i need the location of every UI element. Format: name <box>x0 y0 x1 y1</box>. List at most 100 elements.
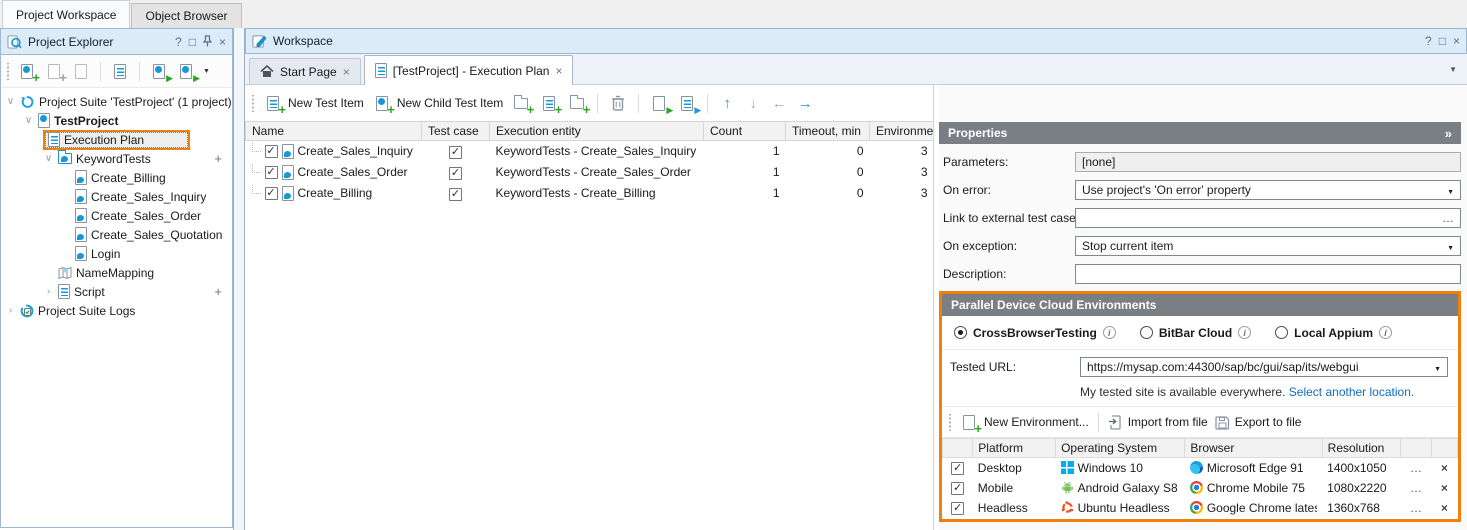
open-file-button[interactable] <box>71 61 91 81</box>
column-header-resolution[interactable]: Resolution <box>1322 439 1401 458</box>
tree-item-namemapping[interactable]: NameMapping <box>1 263 232 282</box>
chevron-down-icon[interactable]: ∨ <box>5 96 16 107</box>
help-icon[interactable]: ? <box>175 36 182 48</box>
env-more-button[interactable]: … <box>1401 458 1431 478</box>
tab-execution-plan[interactable]: [TestProject] - Execution Plan × <box>364 55 574 85</box>
new-environment-button[interactable]: New Environment... <box>959 412 1089 432</box>
description-field[interactable] <box>1075 264 1461 284</box>
env-remove-button[interactable]: × <box>1431 498 1457 518</box>
column-header-test-case[interactable]: Test case <box>422 122 490 141</box>
chevron-right-icon[interactable]: › <box>43 286 54 297</box>
new-list-button[interactable] <box>539 93 559 113</box>
radio-button[interactable] <box>954 326 967 339</box>
help-icon[interactable]: ? <box>1425 35 1432 47</box>
run-options-dropdown-icon[interactable]: ▼ <box>203 68 210 75</box>
move-up-button[interactable]: ↑ <box>718 95 736 112</box>
env-checkbox[interactable] <box>951 462 964 475</box>
env-remove-button[interactable]: × <box>1431 458 1457 478</box>
tree-item-create-sales-quotation[interactable]: Create_Sales_Quotation <box>1 225 232 244</box>
add-item-button[interactable] <box>44 61 64 81</box>
move-left-button[interactable]: ← <box>770 95 788 112</box>
tab-list-dropdown-icon[interactable]: ▼ <box>1449 65 1457 74</box>
column-header-name[interactable]: Name <box>246 122 422 141</box>
tab-object-browser[interactable]: Object Browser <box>131 3 241 28</box>
tree-item-login[interactable]: Login <box>1 244 232 263</box>
environment-row[interactable]: Headless Ubuntu Headless Google Chrome l… <box>943 498 1458 518</box>
row-checkbox[interactable] <box>265 166 278 179</box>
info-icon[interactable] <box>1238 326 1251 339</box>
maximize-icon[interactable]: □ <box>1439 35 1446 47</box>
toolbar-grip[interactable] <box>6 63 10 80</box>
chevron-down-icon[interactable]: ∨ <box>23 115 34 126</box>
radio-local-appium[interactable]: Local Appium <box>1275 326 1392 340</box>
env-more-button[interactable]: … <box>1401 498 1431 518</box>
run-project-suite-button[interactable] <box>176 61 196 81</box>
close-icon[interactable]: × <box>1453 35 1460 47</box>
tree-item-project-suite-logs[interactable]: › Project Suite Logs <box>1 301 232 320</box>
toolbar-grip[interactable] <box>251 95 255 112</box>
env-more-button[interactable]: … <box>1401 478 1431 498</box>
tree-item-project-suite[interactable]: ∨ Project Suite 'TestProject' (1 project… <box>1 92 232 111</box>
info-icon[interactable] <box>1103 326 1116 339</box>
environment-row[interactable]: Desktop Windows 10 Microsoft Edge 91 140… <box>943 458 1458 478</box>
tree-item-execution-plan[interactable]: Execution Plan <box>1 130 232 149</box>
environment-row[interactable]: Mobile Android Galaxy S8 / 8.0 Chrome Mo… <box>943 478 1458 498</box>
organize-execution-plan-button[interactable] <box>110 61 130 81</box>
move-right-button[interactable]: → <box>796 95 814 112</box>
info-icon[interactable] <box>1379 326 1392 339</box>
add-project-button[interactable] <box>17 61 37 81</box>
close-icon[interactable]: × <box>555 64 562 78</box>
env-checkbox[interactable] <box>951 502 964 515</box>
table-row[interactable]: Create_Sales_Inquiry KeywordTests - Crea… <box>246 141 934 162</box>
env-remove-button[interactable]: × <box>1431 478 1457 498</box>
on-error-select[interactable]: Use project's 'On error' property <box>1075 180 1461 200</box>
link-external-field[interactable]: … <box>1075 208 1461 228</box>
tested-url-combobox[interactable]: https://mysap.com:44300/sap/bc/gui/sap/i… <box>1080 357 1448 377</box>
tree-item-create-sales-order[interactable]: Create_Sales_Order <box>1 206 232 225</box>
column-header-browser[interactable]: Browser <box>1185 439 1322 458</box>
tree-item-create-billing[interactable]: Create_Billing <box>1 168 232 187</box>
maximize-icon[interactable]: □ <box>189 36 196 48</box>
chevron-down-icon[interactable]: ∨ <box>43 153 54 164</box>
column-header-count[interactable]: Count <box>704 122 786 141</box>
toolbar-grip[interactable] <box>948 414 952 431</box>
row-checkbox[interactable] <box>265 145 278 158</box>
table-row[interactable]: Create_Billing KeywordTests - Create_Bil… <box>246 183 934 204</box>
run-selected-button[interactable] <box>649 93 669 113</box>
delete-button[interactable] <box>608 93 628 113</box>
column-header-environments[interactable]: Environments <box>870 122 934 141</box>
parameters-field[interactable]: [none] <box>1075 152 1461 172</box>
new-subfolder-button[interactable] <box>567 93 587 113</box>
move-down-button[interactable]: ↓ <box>744 95 762 112</box>
row-checkbox[interactable] <box>265 187 278 200</box>
pin-icon[interactable] <box>203 35 212 49</box>
chevron-right-icon[interactable]: › <box>5 305 16 316</box>
on-exception-select[interactable]: Stop current item <box>1075 236 1461 256</box>
column-header-timeout[interactable]: Timeout, min <box>786 122 870 141</box>
close-icon[interactable]: × <box>343 65 350 79</box>
radio-button[interactable] <box>1275 326 1288 339</box>
close-icon[interactable]: × <box>219 36 226 48</box>
test-case-checkbox[interactable] <box>449 188 462 201</box>
radio-bitbar-cloud[interactable]: BitBar Cloud <box>1140 326 1251 340</box>
select-location-link[interactable]: Select another location. <box>1289 385 1414 399</box>
tab-start-page[interactable]: Start Page × <box>249 58 361 84</box>
tab-project-workspace[interactable]: Project Workspace <box>2 0 130 28</box>
new-child-test-item-button[interactable]: New Child Test Item <box>372 93 503 113</box>
test-case-checkbox[interactable] <box>449 146 462 159</box>
column-header-platform[interactable]: Platform <box>973 439 1056 458</box>
tree-item-testproject[interactable]: ∨ TestProject <box>1 111 232 130</box>
collapse-panel-icon[interactable]: » <box>1445 126 1452 141</box>
new-test-item-button[interactable]: New Test Item <box>263 93 364 113</box>
run-from-selected-button[interactable] <box>677 93 697 113</box>
import-from-file-button[interactable]: Import from file <box>1108 415 1208 430</box>
tree-item-keywordtests[interactable]: ∨ KeywordTests + <box>1 149 232 168</box>
test-case-checkbox[interactable] <box>449 167 462 180</box>
add-script-button[interactable]: + <box>214 284 232 299</box>
table-row[interactable]: Create_Sales_Order KeywordTests - Create… <box>246 162 934 183</box>
export-to-file-button[interactable]: Export to file <box>1215 415 1302 430</box>
add-keyword-test-button[interactable]: + <box>214 151 232 166</box>
radio-crossbrowsertesting[interactable]: CrossBrowserTesting <box>954 326 1116 340</box>
radio-button[interactable] <box>1140 326 1153 339</box>
panel-splitter[interactable] <box>233 28 245 530</box>
